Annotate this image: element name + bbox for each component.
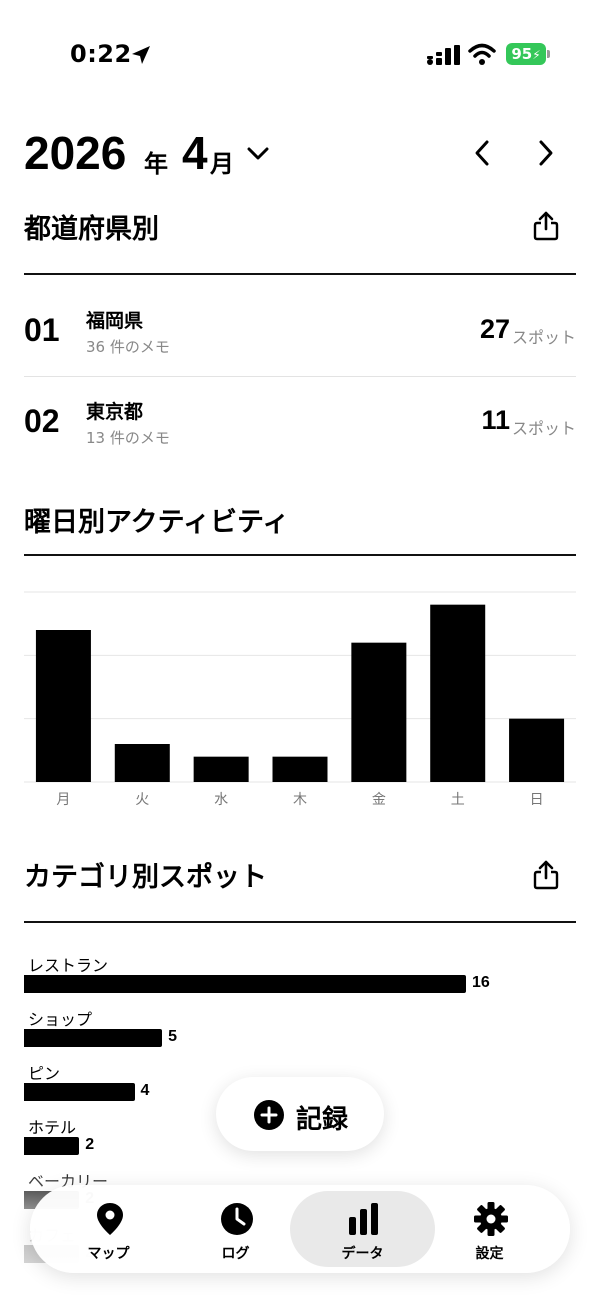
prefecture-rank: 01 [24, 312, 60, 348]
prefecture-name: 東京都 [86, 401, 144, 423]
plus-circle-icon [254, 1100, 284, 1130]
previous-month-button[interactable] [468, 136, 496, 170]
weekday-bar [272, 756, 328, 782]
category-row[interactable]: レストラン 16 [24, 952, 576, 1006]
prefecture-memo-count: 36 件のメモ [86, 338, 170, 356]
weekday-tick-label: 水 [214, 792, 228, 808]
month-unit: 月 [210, 150, 234, 178]
tab-label: 設定 [475, 1246, 504, 1262]
share-icon[interactable] [532, 210, 560, 242]
prefecture-memo-count: 13 件のメモ [86, 429, 170, 447]
weekday-bar [114, 744, 170, 782]
wifi-icon [468, 43, 496, 65]
category-label: レストラン [28, 956, 109, 975]
category-label: ホテル [28, 1118, 77, 1137]
category-value: 4 [140, 1082, 150, 1099]
share-icon[interactable] [532, 859, 560, 891]
category-value: 2 [85, 1136, 95, 1153]
prefecture-spot-unit: スポット [511, 419, 576, 438]
weekday-tick-label: 月 [56, 792, 70, 808]
category-bar [24, 1083, 135, 1101]
record-button[interactable]: 記録 [216, 1077, 384, 1151]
section-divider [24, 554, 576, 556]
next-month-button[interactable] [532, 136, 560, 170]
weekday-bar [430, 604, 486, 782]
month-value: 4 [182, 127, 208, 179]
weekday-tick-label: 金 [372, 792, 386, 808]
prefecture-spot-count: 11 [481, 405, 510, 435]
category-value: 5 [168, 1028, 178, 1045]
bar-chart-icon [349, 1203, 378, 1235]
tab-settings[interactable]: 設定 [417, 1191, 562, 1267]
weekday-bar-chart: 月火水木金土日 [24, 591, 576, 808]
tab-label: データ [341, 1246, 384, 1262]
weekday-section-title: 曜日別アクティビティ [24, 507, 290, 538]
prefecture-rank: 02 [24, 403, 60, 439]
section-divider [24, 273, 576, 275]
weekday-tick-label: 木 [293, 792, 307, 808]
battery-cap [547, 50, 550, 58]
status-bar: 0:22 95⚡ [0, 0, 600, 100]
tab-bar: マップ ログ データ 設定 [30, 1185, 570, 1273]
signal-icon [427, 45, 460, 65]
weekday-bar [509, 718, 565, 782]
category-section-title: カテゴリ別スポット [24, 862, 267, 893]
status-time: 0:22 [70, 40, 132, 68]
charging-bolt-icon: ⚡ [532, 48, 541, 62]
prefecture-spot-count: 27 [479, 314, 510, 344]
tab-log[interactable]: ログ [163, 1191, 308, 1267]
year-value: 2026 [24, 127, 127, 179]
tab-label: マップ [87, 1246, 130, 1262]
category-row[interactable]: ショップ 5 [24, 1006, 576, 1060]
map-pin-icon [97, 1203, 123, 1235]
tab-map[interactable]: マップ [36, 1191, 181, 1267]
weekday-bar [351, 642, 407, 782]
prefecture-row[interactable]: 01 福岡県 36 件のメモ 27 スポット [24, 286, 576, 376]
weekday-tick-label: 土 [451, 792, 465, 808]
battery-level: 95 [511, 45, 533, 63]
category-value: 16 [472, 974, 490, 991]
weekday-bar [35, 630, 91, 782]
category-label: ピン [28, 1064, 61, 1083]
clock-icon [221, 1203, 253, 1235]
category-label: ショップ [28, 1010, 93, 1029]
prefecture-section-title: 都道府県別 [24, 214, 159, 245]
record-button-label: 記録 [296, 1105, 349, 1135]
prefecture-row[interactable]: 02 東京都 13 件のメモ 11 スポット [24, 377, 576, 467]
category-bar [24, 1137, 80, 1155]
prefecture-name: 福岡県 [86, 310, 144, 332]
tab-data[interactable]: データ [290, 1191, 435, 1267]
chevron-down-icon[interactable] [246, 142, 270, 164]
weekday-bar [193, 756, 249, 782]
month-selector[interactable]: 2026 年 4 月 [24, 122, 576, 182]
battery-indicator: 95⚡ [506, 43, 546, 65]
section-divider [24, 921, 576, 923]
category-bar [24, 1029, 163, 1047]
weekday-tick-label: 火 [135, 792, 149, 808]
weekday-tick-label: 日 [530, 792, 544, 808]
prefecture-spot-unit: スポット [511, 328, 576, 347]
category-bar [24, 975, 466, 993]
year-unit: 年 [144, 150, 168, 178]
location-arrow-icon [132, 46, 150, 64]
gear-icon [474, 1202, 508, 1236]
tab-label: ログ [221, 1246, 250, 1262]
